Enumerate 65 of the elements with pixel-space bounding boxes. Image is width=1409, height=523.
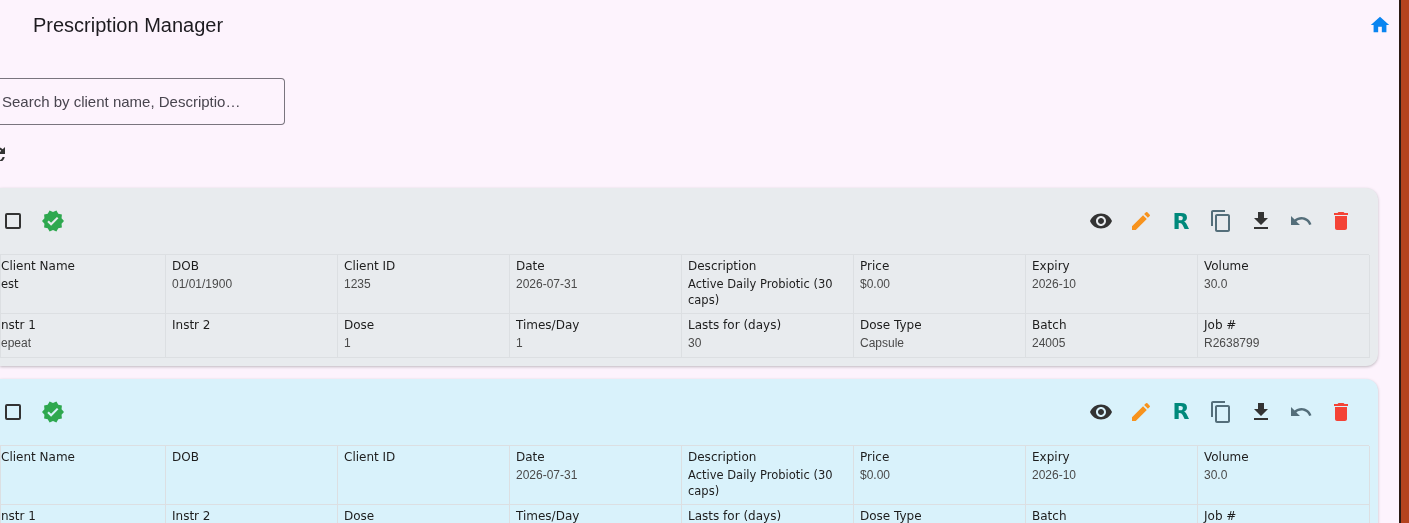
field-label: nstr 1 (1, 318, 37, 333)
field-label: Lasts for (days) (688, 318, 783, 333)
r-button[interactable]: R (1163, 394, 1199, 430)
field-value: 2026-10 (1032, 276, 1078, 293)
field-label: Dose Type (860, 318, 923, 333)
field-value: $0.00 (860, 276, 892, 293)
field-label: Volume (1204, 450, 1250, 464)
pencil-icon (1129, 400, 1153, 424)
field-label: Volume (1204, 259, 1250, 273)
field-value: 30 (688, 335, 703, 352)
field-label: Job # (1204, 509, 1238, 523)
field-label: Dose (344, 509, 376, 523)
pencil-icon (1129, 209, 1153, 233)
field-value: est (1, 276, 20, 293)
search-field[interactable]: Search by client name, Descriptio… (0, 78, 285, 125)
app-title: Prescription Manager (33, 13, 224, 37)
checkbox[interactable] (5, 404, 21, 420)
r-button[interactable]: R (1163, 203, 1199, 239)
field-label: Instr 2 (172, 509, 212, 523)
field-label: Date (516, 259, 546, 273)
field-value: epeat (1, 335, 33, 352)
field-value: Capsule (860, 335, 906, 352)
field-value: Active Daily Probiotic (30 caps) (688, 467, 834, 500)
field-label: Price (860, 259, 891, 273)
field-value: 30.0 (1204, 276, 1229, 293)
field-label: DOB (172, 450, 200, 464)
verified-badge-icon (41, 400, 65, 424)
field-label: Client ID (344, 450, 397, 464)
field-label: Date (516, 450, 546, 464)
field-label: Description (688, 259, 758, 273)
field-label: Price (860, 450, 891, 464)
field-value: 2026-10 (1032, 467, 1078, 484)
field-value: 1 (516, 335, 524, 352)
field-label: Times/Day (516, 509, 581, 523)
copy-icon (1209, 400, 1233, 424)
checkbox[interactable] (5, 213, 21, 229)
field-value: $0.00 (860, 467, 892, 484)
field-label: Expiry (1032, 259, 1071, 273)
field-label: Client Name (1, 450, 76, 464)
field-label: nstr 1 (1, 509, 37, 523)
field-label: Batch (1032, 318, 1068, 333)
field-label: Lasts for (days) (688, 509, 783, 523)
field-label: Instr 2 (172, 318, 212, 333)
field-value: R2638799 (1204, 335, 1261, 352)
field-label: Batch (1032, 509, 1068, 523)
field-label: Job # (1204, 318, 1238, 333)
field-label: Times/Day (516, 318, 581, 333)
field-label: Client ID (344, 259, 397, 273)
field-label: Description (688, 450, 758, 464)
field-value: 2026-07-31 (516, 276, 579, 293)
field-value: 2026-07-31 (516, 467, 579, 484)
field-value: 01/01/1900 (172, 276, 234, 293)
field-label: Client Name (1, 259, 76, 273)
field-value: Active Daily Probiotic (30 caps) (688, 276, 834, 309)
field-value: 1 (344, 335, 352, 352)
field-value: 1235 (344, 276, 372, 293)
verified-badge-icon (41, 209, 65, 233)
field-label: Dose (344, 318, 376, 333)
field-label: DOB (172, 259, 200, 273)
copy-icon (1209, 209, 1233, 233)
field-value: 30.0 (1204, 467, 1229, 484)
field-label: Expiry (1032, 450, 1071, 464)
refresh-icon[interactable] (0, 145, 7, 161)
field-value: 24005 (1032, 335, 1067, 352)
field-label: Dose Type (860, 509, 923, 523)
